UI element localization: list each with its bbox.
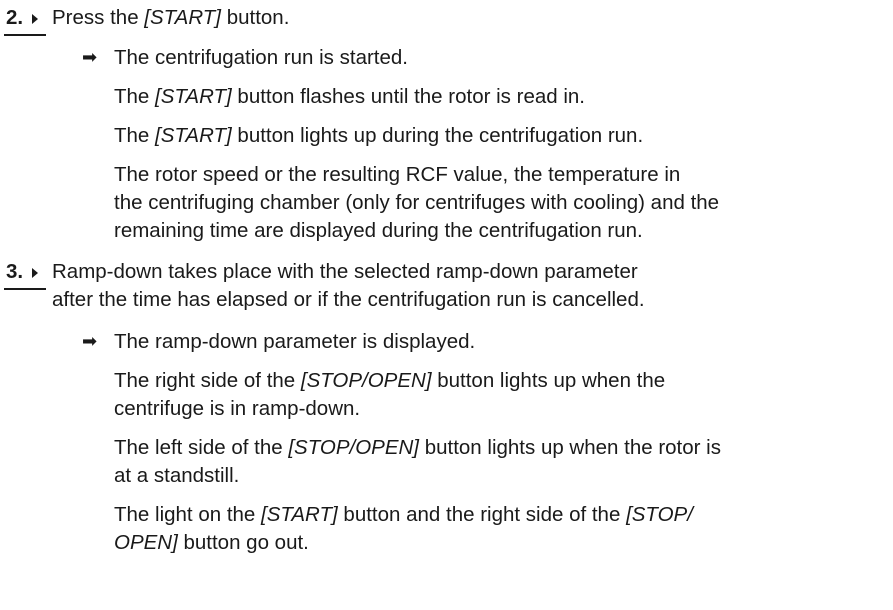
button-reference: [START] [155, 85, 232, 108]
step-3-paragraph-1: The right side of the [STOP/OPEN] button… [114, 367, 874, 423]
para-line: The light on the [START] button and the … [114, 501, 874, 529]
step-3-paragraph-2: The left side of the [STOP/OPEN] button … [114, 434, 874, 490]
step-2-paragraph-3: The rotor speed or the resulting RCF val… [114, 161, 874, 245]
instruction-text: Press the [52, 6, 145, 29]
result-arrow-icon: ➡ [82, 47, 98, 68]
button-reference: [START] [155, 124, 232, 147]
instruction-line: Ramp-down takes place with the selected … [52, 260, 638, 283]
step-number: 3. [6, 260, 24, 283]
result-text: The centrifugation run is started. [114, 46, 408, 69]
step-number-underline [4, 34, 46, 36]
step-instruction: Ramp-down takes place with the selected … [52, 258, 872, 314]
step-3-paragraph-3: The light on the [START] button and the … [114, 501, 874, 557]
para-line: remaining time are displayed during the … [114, 219, 643, 242]
para-line: at a standstill. [114, 464, 240, 487]
step-number-underline [4, 288, 46, 290]
para-text: The light on the [114, 503, 262, 526]
para-text: The right side of the [114, 369, 301, 392]
instruction-line: after the time has elapsed or if the cen… [52, 288, 645, 311]
para-text: The left side of the [114, 436, 289, 459]
button-reference: [STOP/OPEN] [300, 369, 432, 392]
button-reference: [STOP/OPEN] [288, 436, 419, 459]
button-reference: [START] [261, 503, 338, 526]
para-line: The left side of the [STOP/OPEN] button … [114, 434, 874, 462]
button-reference: OPEN] [114, 531, 178, 554]
para-text: button lights up when the rotor is [419, 436, 721, 459]
para-text: button flashes until the rotor is read i… [231, 85, 585, 108]
button-reference: [STOP/ [626, 503, 693, 526]
para-text: button and the right side of the [337, 503, 627, 526]
para-line: the centrifuging chamber (only for centr… [114, 191, 720, 214]
step-2-paragraph-1: The [START] button flashes until the rot… [114, 83, 874, 111]
instruction-text: button. [221, 6, 290, 29]
para-text: button lights up when the [431, 369, 666, 392]
para-text: The [114, 85, 156, 108]
step-arrow-icon [32, 14, 38, 24]
step-instruction: Press the [START] button. [52, 4, 872, 32]
para-text: button go out. [177, 531, 309, 554]
result-text: The ramp-down parameter is displayed. [114, 330, 476, 353]
para-line: The rotor speed or the resulting RCF val… [114, 163, 681, 186]
para-text: The [114, 124, 156, 147]
para-line: The right side of the [STOP/OPEN] button… [114, 367, 874, 395]
para-line: centrifuge is in ramp-down. [114, 397, 361, 420]
result-arrow-icon: ➡ [82, 331, 98, 352]
para-text: button lights up during the centrifugati… [231, 124, 644, 147]
button-reference: [START] [144, 6, 221, 29]
step-arrow-icon [32, 268, 38, 278]
para-line: OPEN] button go out. [114, 529, 874, 557]
step-number: 2. [6, 6, 24, 29]
step-2-paragraph-2: The [START] button lights up during the … [114, 122, 874, 150]
